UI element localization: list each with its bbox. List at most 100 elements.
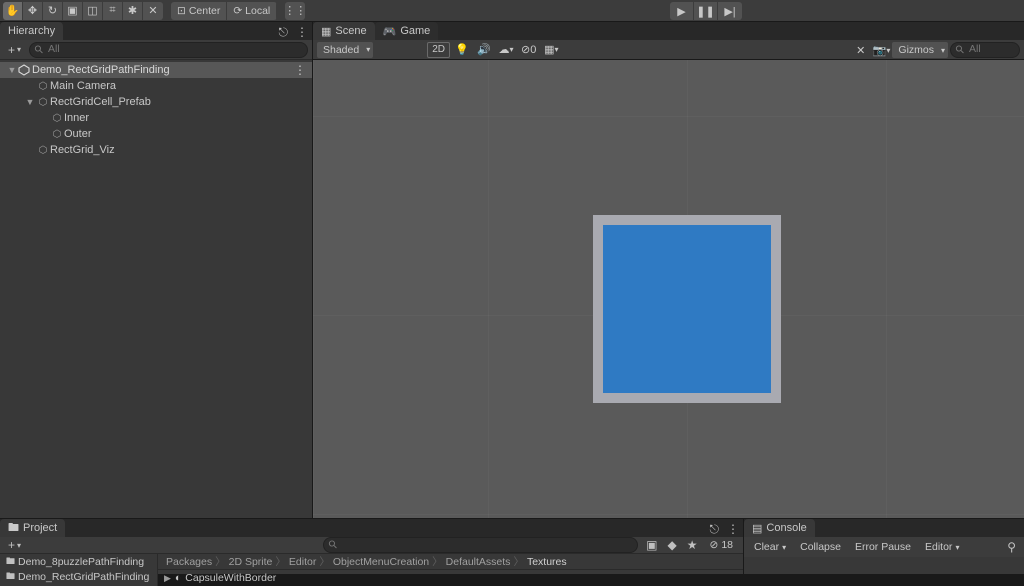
pivot-icon: ⊡ — [177, 5, 186, 17]
bottom-panels: 🖿 Project ⎋ ⋮ + ▾ ▣ ◆ ★ ⊘ 18 — [0, 518, 1024, 574]
handle-local-button[interactable]: ⟳ Local — [227, 2, 277, 20]
filter-favorites-icon[interactable]: ▣ — [642, 537, 661, 553]
hierarchy-search-input[interactable]: All — [29, 42, 308, 58]
hierarchy-tab-label: Hierarchy — [8, 25, 55, 37]
rotate-tool[interactable]: ↻ — [43, 2, 63, 20]
gameobject-icon: ⬡ — [50, 129, 64, 140]
hidden-items-count: 18 — [721, 539, 733, 551]
hierarchy-add-button[interactable]: + ▾ — [4, 42, 25, 58]
breadcrumb-item[interactable]: ObjectMenuCreation — [331, 556, 431, 568]
draw-mode-label: Shaded — [323, 44, 359, 56]
tools-icon[interactable]: ✕ — [851, 42, 871, 58]
move-tool[interactable]: ✥ — [23, 2, 43, 20]
2d-toggle[interactable]: 2D — [427, 42, 450, 58]
rect-tool[interactable]: ◫ — [83, 2, 103, 20]
hidden-objects-badge[interactable]: ⊘ 0 — [518, 42, 539, 58]
hidden-items-badge[interactable]: ⊘ 18 — [704, 537, 740, 553]
transform-tools: ✋ ✥ ↻ ▣ ◫ ⌗ ✱ ✕ — [3, 2, 163, 20]
project-search-input[interactable] — [323, 537, 639, 553]
hierarchy-item-label: Inner — [64, 112, 89, 124]
fold-icon: ▼ — [6, 65, 18, 75]
rectgrid-inner-sprite — [603, 225, 771, 393]
play-button[interactable]: ▶ — [670, 2, 694, 20]
rectgrid-outer-sprite — [593, 215, 781, 403]
scene-search-input[interactable]: All — [950, 42, 1020, 58]
console-editor-dropdown[interactable]: Editor ▾ — [919, 539, 965, 555]
project-lock-icon[interactable]: ⎋ — [706, 521, 724, 537]
gameobject-icon: ⬡ — [36, 81, 50, 92]
hierarchy-item[interactable]: ⬡ Inner — [0, 110, 312, 126]
editor-tool[interactable]: ✕ — [143, 2, 163, 20]
project-tabrow: 🖿 Project ⎋ ⋮ — [0, 519, 743, 537]
hierarchy-tab[interactable]: Hierarchy — [0, 22, 63, 40]
draw-mode-dropdown[interactable]: Shaded — [317, 42, 373, 58]
project-folder-label: Demo_8puzzlePathFinding — [18, 556, 144, 568]
console-errorpause-button[interactable]: Error Pause — [849, 539, 917, 555]
breadcrumb-item[interactable]: DefaultAssets — [444, 556, 513, 568]
hierarchy-toolbar: + ▾ All — [0, 40, 312, 60]
grid-dropdown-icon[interactable]: ▦▾ — [541, 42, 561, 58]
gameobject-icon: ⬡ — [36, 145, 50, 156]
custom-tool[interactable]: ✱ — [123, 2, 143, 20]
grid-snap-button[interactable]: ⋮⋮ — [285, 2, 305, 20]
project-folder-row[interactable]: 🖿 Demo_8puzzlePathFinding — [0, 554, 157, 569]
handle-position-group: ⊡ Center ⟳ Local — [171, 2, 277, 20]
hierarchy-item[interactable]: ⬡ Main Camera — [0, 78, 312, 94]
hierarchy-item-label: RectGrid_Viz — [50, 144, 115, 156]
breadcrumb-item[interactable]: Textures — [525, 556, 569, 568]
project-menu-icon[interactable]: ⋮ — [723, 521, 743, 537]
hand-tool[interactable]: ✋ — [3, 2, 23, 20]
scene-viewport[interactable] — [313, 60, 1024, 518]
console-search-icon[interactable]: ⚲ — [1003, 539, 1020, 555]
gameobject-icon: ⬡ — [50, 113, 64, 124]
project-tab-label: Project — [23, 522, 57, 534]
console-collapse-button[interactable]: Collapse — [794, 539, 847, 555]
breadcrumb-item[interactable]: Editor — [287, 556, 318, 568]
console-clear-button[interactable]: Clear ▾ — [748, 539, 792, 555]
hierarchy-item[interactable]: ⬡ RectGrid_Viz — [0, 142, 312, 158]
lighting-icon[interactable]: 💡 — [452, 42, 472, 58]
hierarchy-tree: ▼ Demo_RectGridPathFinding ⋮ ⬡ Main Came… — [0, 60, 312, 518]
scene-root-row[interactable]: ▼ Demo_RectGridPathFinding ⋮ — [0, 62, 312, 78]
project-add-button[interactable]: + ▾ — [4, 537, 25, 553]
project-folder-row[interactable]: 🖿 Demo_RectGridPathFinding — [0, 569, 157, 584]
gizmos-dropdown[interactable]: Gizmos — [892, 42, 948, 58]
gameobject-icon: ⬡ — [36, 97, 50, 108]
fold-icon: ▼ — [24, 97, 36, 107]
grid-snap-group: ⋮⋮ — [285, 2, 305, 20]
scene-row-menu-icon[interactable]: ⋮ — [294, 63, 306, 77]
scene-view-panel: ▦ Scene 🎮 Game Shaded 2D 💡 🔊 ☁▾ ⊘ 0 ▦▾ — [313, 22, 1024, 518]
chevron-down-icon: ▾ — [17, 45, 21, 54]
project-tab[interactable]: 🖿 Project — [0, 519, 65, 537]
breadcrumb-item[interactable]: 2D Sprite — [227, 556, 275, 568]
hierarchy-item[interactable]: ▼ ⬡ RectGridCell_Prefab — [0, 94, 312, 110]
breadcrumb: Packages〉 2D Sprite〉 Editor〉 ObjectMenuC… — [158, 554, 743, 570]
chevron-down-icon: ▾ — [17, 541, 21, 550]
game-icon: 🎮 — [383, 25, 397, 38]
breadcrumb-item[interactable]: Packages — [164, 556, 214, 568]
folder-icon: 🖿 — [6, 554, 15, 569]
console-tab[interactable]: ▤ Console — [744, 519, 815, 537]
filter-type-icon[interactable]: ◆ — [664, 537, 681, 553]
fx-dropdown-icon[interactable]: ☁▾ — [496, 42, 516, 58]
transform-tool[interactable]: ⌗ — [103, 2, 123, 20]
scale-tool[interactable]: ▣ — [63, 2, 83, 20]
unity-icon — [18, 64, 32, 76]
pause-button[interactable]: ❚❚ — [694, 2, 718, 20]
hierarchy-menu-icon[interactable]: ⋮ — [292, 24, 312, 40]
hierarchy-tabrow: Hierarchy ⎋ ⋮ — [0, 22, 312, 40]
filter-label-icon[interactable]: ★ — [683, 537, 702, 553]
tab-scene[interactable]: ▦ Scene — [313, 22, 375, 40]
camera-dropdown-icon[interactable]: 📷▾ — [873, 42, 891, 58]
step-button[interactable]: ▶| — [718, 2, 742, 20]
chevron-down-icon: ▾ — [955, 543, 959, 552]
hierarchy-item[interactable]: ⬡ Outer — [0, 126, 312, 142]
tab-game[interactable]: 🎮 Game — [375, 22, 439, 40]
chevron-down-icon: ▾ — [782, 543, 786, 552]
handle-center-button[interactable]: ⊡ Center — [171, 2, 227, 20]
hierarchy-lock-icon[interactable]: ⎋ — [275, 24, 293, 40]
project-main: Packages〉 2D Sprite〉 Editor〉 ObjectMenuC… — [158, 554, 743, 586]
audio-icon[interactable]: 🔊 — [474, 42, 494, 58]
fold-icon: ▶ — [164, 573, 171, 584]
folder-icon: 🖿 — [6, 569, 15, 584]
